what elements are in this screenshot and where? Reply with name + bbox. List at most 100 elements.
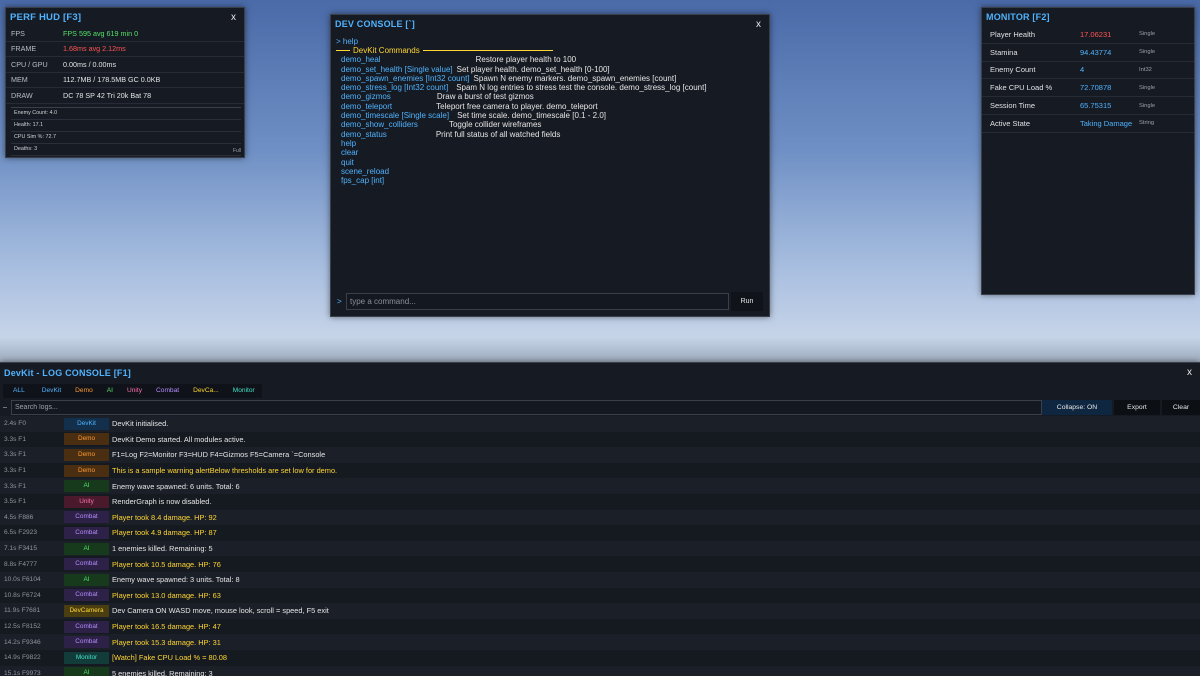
tab-ai[interactable]: AI bbox=[100, 384, 120, 398]
log-message: Player took 13.0 damage. HP: 63 bbox=[112, 591, 221, 600]
dev-console-titlebar[interactable]: DEV CONSOLE [`] x bbox=[331, 15, 769, 33]
log-row[interactable]: 10.0s F6104AIEnemy wave spawned: 3 units… bbox=[0, 572, 1200, 588]
log-list[interactable]: 2.4s F0DevKitDevKit initialised.3.3s F1D… bbox=[0, 416, 1200, 676]
log-time: 11.9s F7681 bbox=[0, 607, 64, 614]
log-row[interactable]: 3.3s F1DemoThis is a sample warning aler… bbox=[0, 463, 1200, 479]
collapse-button[interactable]: Collapse: ON bbox=[1042, 400, 1112, 415]
perf-hud-full-toggle[interactable]: Full bbox=[233, 148, 241, 154]
monitor-field-row: Enemy Count4Int32 bbox=[982, 62, 1194, 80]
perf-hud-close-icon[interactable]: x bbox=[231, 12, 236, 23]
command-name[interactable]: fps_cap [int] bbox=[341, 176, 384, 185]
log-row[interactable]: 10.8s F6724CombatPlayer took 13.0 damage… bbox=[0, 588, 1200, 604]
log-row[interactable]: 12.5s F8152CombatPlayer took 16.5 damage… bbox=[0, 619, 1200, 635]
log-time: 14.2s F9346 bbox=[0, 639, 64, 646]
command-name[interactable]: scene_reload bbox=[341, 167, 389, 176]
log-tag-badge: Combat bbox=[64, 589, 109, 601]
monitor-field-name: Enemy Count bbox=[982, 65, 1080, 74]
log-row[interactable]: 15.1s F9973AI5 enemies killed. Remaining… bbox=[0, 666, 1200, 676]
perf-hud-stats: Enemy Count: 4.0Health: 17.1CPU Sim %: 7… bbox=[11, 107, 241, 156]
log-row[interactable]: 8.8s F4777CombatPlayer took 10.5 damage.… bbox=[0, 556, 1200, 572]
log-time: 8.8s F4777 bbox=[0, 561, 64, 568]
log-time: 7.1s F3415 bbox=[0, 545, 64, 552]
log-tag-badge: Monitor bbox=[64, 652, 109, 664]
hud-row: FPSFPS 595 avg 619 min 0 bbox=[6, 26, 244, 42]
command-name[interactable]: demo_heal bbox=[341, 55, 381, 64]
log-message: Enemy wave spawned: 3 units. Total: 8 bbox=[112, 575, 240, 584]
command-name[interactable]: demo_status bbox=[341, 130, 387, 139]
command-name[interactable]: demo_timescale [Single scale] bbox=[341, 111, 449, 120]
console-run-button[interactable]: Run bbox=[731, 292, 763, 311]
log-row[interactable]: 2.4s F0DevKitDevKit initialised. bbox=[0, 416, 1200, 432]
tab-unity[interactable]: Unity bbox=[120, 384, 149, 398]
log-row[interactable]: 4.5s F886CombatPlayer took 8.4 damage. H… bbox=[0, 510, 1200, 526]
command-description: Toggle collider wireframes bbox=[449, 120, 541, 129]
command-name[interactable]: quit bbox=[341, 158, 354, 167]
command-description: Restore player health to 100 bbox=[476, 55, 577, 64]
tab-all[interactable]: ALL bbox=[3, 384, 35, 398]
log-console-titlebar[interactable]: DevKit - LOG CONSOLE [F1] x bbox=[0, 363, 1200, 382]
log-row[interactable]: 3.5s F1UnityRenderGraph is now disabled. bbox=[0, 494, 1200, 510]
command-name[interactable]: demo_stress_log [Int32 count] bbox=[341, 83, 448, 92]
monitor-titlebar[interactable]: MONITOR [F2] bbox=[982, 8, 1194, 26]
tab-combat[interactable]: Combat bbox=[149, 384, 186, 398]
console-command-input[interactable] bbox=[346, 293, 729, 310]
tab-monitor[interactable]: Monitor bbox=[226, 384, 262, 398]
tab-demo[interactable]: Demo bbox=[68, 384, 100, 398]
monitor-field-value: 94.43774 bbox=[1080, 48, 1139, 57]
export-button[interactable]: Export bbox=[1114, 400, 1160, 415]
log-time: 10.0s F6104 bbox=[0, 576, 64, 583]
log-row[interactable]: 14.9s F9822Monitor[Watch] Fake CPU Load … bbox=[0, 650, 1200, 666]
perf-hud-title: PERF HUD [F3] bbox=[10, 12, 81, 23]
log-tag-badge: Demo bbox=[64, 465, 109, 477]
log-tag-badge: Combat bbox=[64, 636, 109, 648]
dev-console-close-icon[interactable]: x bbox=[756, 19, 761, 30]
hud-row-label: FPS bbox=[6, 29, 63, 38]
log-time: 15.1s F9973 bbox=[0, 670, 64, 676]
log-row[interactable]: 3.3s F1AIEnemy wave spawned: 6 units. To… bbox=[0, 478, 1200, 494]
log-search-input[interactable] bbox=[11, 400, 1042, 415]
log-tag-badge: AI bbox=[64, 480, 109, 492]
command-name[interactable]: demo_gizmos bbox=[341, 92, 391, 101]
log-time: 12.5s F8152 bbox=[0, 623, 64, 630]
log-row[interactable]: 14.2s F9346CombatPlayer took 15.3 damage… bbox=[0, 634, 1200, 650]
monitor-field-type: Int32 bbox=[1139, 67, 1152, 73]
command-name[interactable]: clear bbox=[341, 148, 358, 157]
hud-row-value: 112.7MB / 178.5MB GC 0.0KB bbox=[63, 75, 160, 84]
command-name[interactable]: help bbox=[341, 139, 356, 148]
log-row[interactable]: 6.5s F2923CombatPlayer took 4.9 damage. … bbox=[0, 525, 1200, 541]
log-tag-badge: Unity bbox=[64, 496, 109, 508]
log-message: Enemy wave spawned: 6 units. Total: 6 bbox=[112, 482, 240, 491]
command-row: quit bbox=[331, 158, 769, 167]
log-row[interactable]: 7.1s F3415AI1 enemies killed. Remaining:… bbox=[0, 541, 1200, 557]
log-row[interactable]: 3.3s F1DemoF1=Log F2=Monitor F3=HUD F4=G… bbox=[0, 447, 1200, 463]
log-message: Player took 15.3 damage. HP: 31 bbox=[112, 638, 221, 647]
command-row: demo_heal Restore player health to 100 bbox=[331, 55, 769, 64]
monitor-field-row: Player Health17.06231Single bbox=[982, 26, 1194, 44]
monitor-field-type: Single bbox=[1139, 103, 1155, 109]
perf-hud-titlebar[interactable]: PERF HUD [F3] x bbox=[6, 8, 244, 26]
command-name[interactable]: demo_set_health [Single value] bbox=[341, 65, 453, 74]
monitor-field-value: 17.06231 bbox=[1080, 30, 1139, 39]
collapse-toggle-icon[interactable]: – bbox=[0, 404, 11, 411]
command-name[interactable]: demo_spawn_enemies [Int32 count] bbox=[341, 74, 470, 83]
command-name[interactable]: demo_show_colliders bbox=[341, 120, 418, 129]
monitor-field-value: 4 bbox=[1080, 65, 1139, 74]
log-message: Dev Camera ON WASD move, mouse look, scr… bbox=[112, 606, 329, 615]
command-description: Spam N log entries to stress test the co… bbox=[456, 83, 706, 92]
log-time: 14.9s F9822 bbox=[0, 654, 64, 661]
log-message: [Watch] Fake CPU Load % = 80.08 bbox=[112, 653, 227, 662]
command-row: demo_statusPrint full status of all watc… bbox=[331, 130, 769, 139]
monitor-field-type: Single bbox=[1139, 49, 1155, 55]
log-row[interactable]: 3.3s F1DemoDevKit Demo started. All modu… bbox=[0, 432, 1200, 448]
log-tag-badge: Demo bbox=[64, 433, 109, 445]
tab-devkit[interactable]: DevKit bbox=[35, 384, 68, 398]
monitor-field-name: Session Time bbox=[982, 101, 1080, 110]
log-filter-row: – Collapse: ON Export Clear bbox=[0, 400, 1200, 415]
log-row[interactable]: 11.9s F7681DevCameraDev Camera ON WASD m… bbox=[0, 603, 1200, 619]
log-tag-badge: Combat bbox=[64, 621, 109, 633]
tab-devca[interactable]: DevCa... bbox=[186, 384, 226, 398]
clear-button[interactable]: Clear bbox=[1162, 400, 1200, 415]
log-console-close-icon[interactable]: x bbox=[1187, 367, 1192, 378]
command-name[interactable]: demo_teleport bbox=[341, 102, 392, 111]
hud-stat-line: Enemy Count: 4.0 bbox=[11, 108, 241, 120]
